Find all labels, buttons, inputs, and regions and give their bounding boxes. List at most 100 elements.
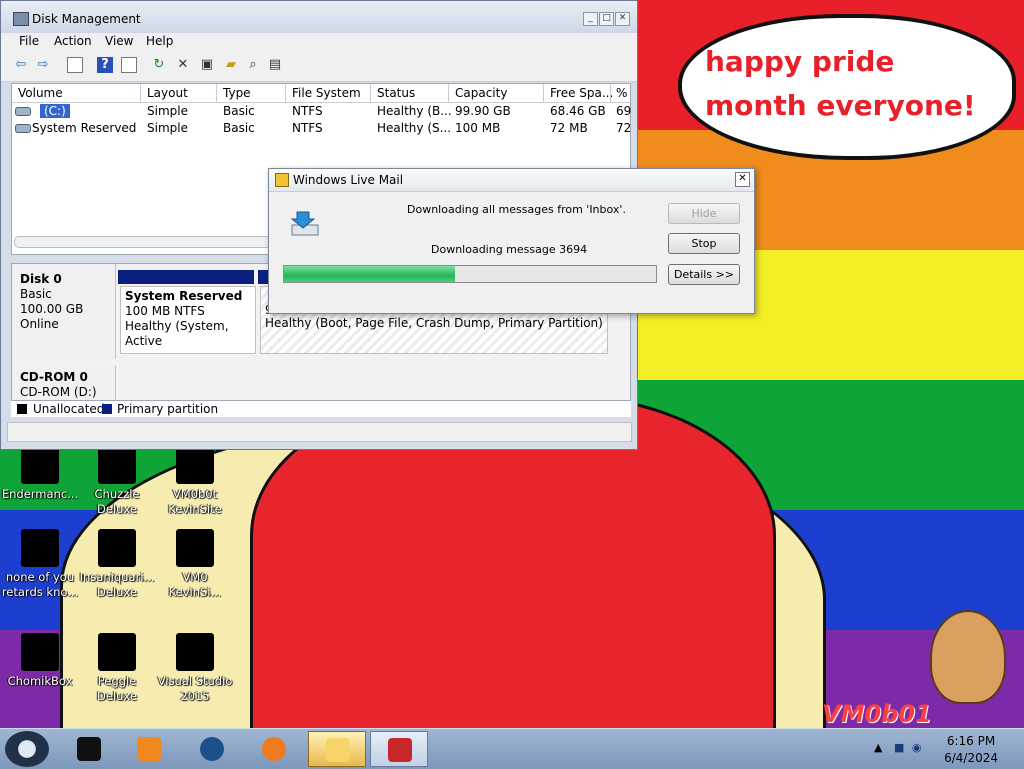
volume-cell: NTFS [292,121,323,135]
col-file-system[interactable]: File System [292,86,361,100]
show-hide-console-tree-icon[interactable] [67,57,83,73]
clock[interactable]: 6:16 PM 6/4/2024 [944,733,998,767]
minimize-button[interactable]: _ [583,12,598,26]
stop-button[interactable]: Stop [668,233,740,254]
desktop-icon[interactable]: Insaniquari... Deluxe [77,529,157,600]
desktop-icon-label: Chuzzle Deluxe [94,487,140,516]
check-icon[interactable]: ▣ [199,57,215,73]
volume-list-header: Volume Layout Type File System Status Ca… [12,84,630,103]
live-mail-dialog[interactable]: Windows Live Mail ✕ Downloading all mess… [268,168,755,314]
legend-primary-swatch [102,404,112,414]
menu-view[interactable]: View [105,34,133,48]
cdrom-0-name: CD-ROM 0 [20,370,88,384]
title-bar[interactable]: Disk Management _ □ ✕ [1,1,637,33]
disk-0-label[interactable]: Disk 0 Basic 100.00 GB Online [12,264,116,359]
forward-icon[interactable]: ⇨ [35,57,51,73]
desktop-icon[interactable]: Peggle Deluxe [77,633,157,704]
close-button[interactable]: ✕ [615,12,630,26]
properties-icon[interactable] [121,57,137,73]
col-free-space[interactable]: Free Spa... [550,86,613,100]
desktop-icon[interactable]: ChomikBox [0,633,80,689]
taskbar-pinned-2[interactable] [120,731,178,767]
desktop-icon[interactable]: VM0b0t KevinSite [155,446,235,517]
delete-icon[interactable]: ✕ [175,57,191,73]
disk-management-taskbar-icon [388,738,412,762]
live-mail-taskbar-icon [326,738,350,762]
volume-cell: 68.46 GB [550,104,606,118]
search-icon[interactable]: ⌕ [245,57,261,73]
taskbar-disk-management[interactable] [370,731,428,767]
col-layout[interactable]: Layout [147,86,188,100]
download-source-text: Downloading all messages from 'Inbox'. [407,203,626,216]
desktop-icon-label: Visual Studio 2015 [157,674,233,703]
horizontal-scrollbar[interactable] [14,236,276,248]
network-icon[interactable]: ■ [894,741,904,754]
dialog-title-bar[interactable]: Windows Live Mail ✕ [269,169,754,192]
hide-button[interactable]: Hide [668,203,740,224]
live-mail-icon [275,173,289,187]
tray-arrow-icon[interactable]: ▲ [874,741,882,754]
volume-rows: (C:) Simple Basic NTFS Healthy (B... 99.90 GB… [12,103,632,137]
taskbar-pinned-3[interactable] [183,731,241,767]
volume-cell: (C:) [40,104,70,118]
download-progress-bar [283,265,657,283]
details-button[interactable]: Details >> [668,264,740,285]
open-folder-icon[interactable]: ▰ [223,57,239,73]
desktop-icon-label: Endermanc... [1,487,79,501]
desktop-icon[interactable]: none of you retards kno... [0,529,80,600]
menu-bar: File Action View Help [1,33,637,51]
desktop-app-icon [176,529,214,567]
desktop-app-icon [21,633,59,671]
menu-action[interactable]: Action [54,34,92,48]
partition-1-size: 100 MB NTFS [125,304,205,318]
menu-file[interactable]: File [19,34,39,48]
disk-0-state: Online [20,317,59,331]
dialog-close-button[interactable]: ✕ [735,172,750,187]
desktop-icon-label: Peggle Deluxe [97,674,137,703]
desktop-icon[interactable]: Endermanc... [0,446,80,502]
col-percent-free[interactable]: % [616,86,627,100]
desktop-icon-label: none of you retards kno... [1,570,79,599]
volume-cell: 69 [616,104,632,118]
speech-bubble-text: happy pride month everyone! [705,45,976,122]
desktop-icon[interactable]: Chuzzle Deluxe [77,446,157,517]
col-volume[interactable]: Volume [18,86,63,100]
disk-management-icon [13,12,29,26]
desktop-icon[interactable]: VM0 KevinSi... [155,529,235,600]
volume-icon[interactable]: ◉ [912,741,922,754]
taskbar-pinned-1[interactable] [60,731,118,767]
help-icon[interactable]: ? [97,57,113,73]
media-player-icon [137,737,161,761]
taskbar-live-mail[interactable] [308,731,366,767]
col-capacity[interactable]: Capacity [455,86,507,100]
list-view-icon[interactable]: ▤ [267,57,283,73]
volume-cell: 99.90 GB [455,104,511,118]
volume-row[interactable]: System Reserved Simple Basic NTFS Healthy (S… [12,120,632,137]
back-icon[interactable]: ⇦ [13,57,29,73]
col-status[interactable]: Status [377,86,415,100]
refresh-icon[interactable]: ↻ [151,57,167,73]
volume-cell: Basic [223,121,255,135]
desktop-icon[interactable]: Visual Studio 2015 [155,633,235,704]
disk-0-type: Basic [20,287,52,301]
maximize-button[interactable]: □ [599,12,614,26]
start-button[interactable] [5,731,49,767]
partition-legend: Unallocated Primary partition [11,401,631,417]
window-title: Disk Management [32,12,141,26]
partition-system-reserved[interactable]: System Reserved 100 MB NTFS Healthy (Sys… [120,286,256,354]
volume-cell: Healthy (B... [377,104,452,118]
desktop-app-icon [21,446,59,484]
partition-bar-system-reserved [118,270,254,284]
volume-cell: 72 [616,121,632,135]
drive-icon [15,107,31,116]
volume-row[interactable]: (C:) Simple Basic NTFS Healthy (B... 99.90 GB… [12,103,632,120]
volume-cell: 72 MB [550,121,588,135]
col-type[interactable]: Type [223,86,251,100]
cdrom-0-label[interactable]: CD-ROM 0 CD-ROM (D:) [12,366,116,400]
taskbar-pinned-4[interactable] [245,731,303,767]
system-tray: ▲ ■ ◉ [874,741,924,757]
menu-help[interactable]: Help [146,34,173,48]
desktop-app-icon [176,633,214,671]
watermark-text: VM0b01 [822,700,932,728]
volume-cell: Healthy (S... [377,121,452,135]
